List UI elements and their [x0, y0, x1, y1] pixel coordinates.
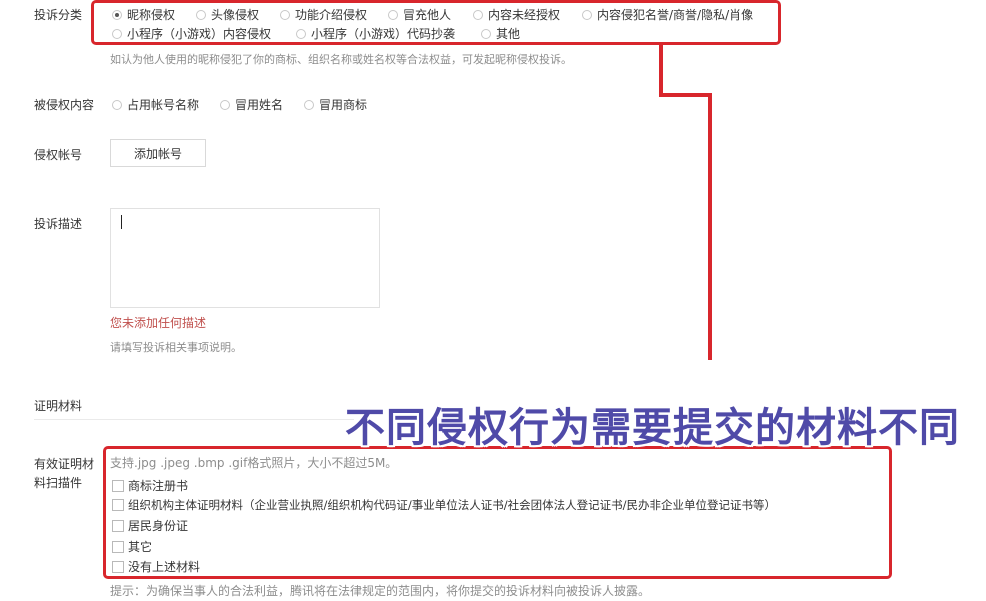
annotation-connector-line: [659, 45, 712, 360]
annotation-text: 不同侵权行为需要提交的材料不同: [345, 405, 960, 451]
